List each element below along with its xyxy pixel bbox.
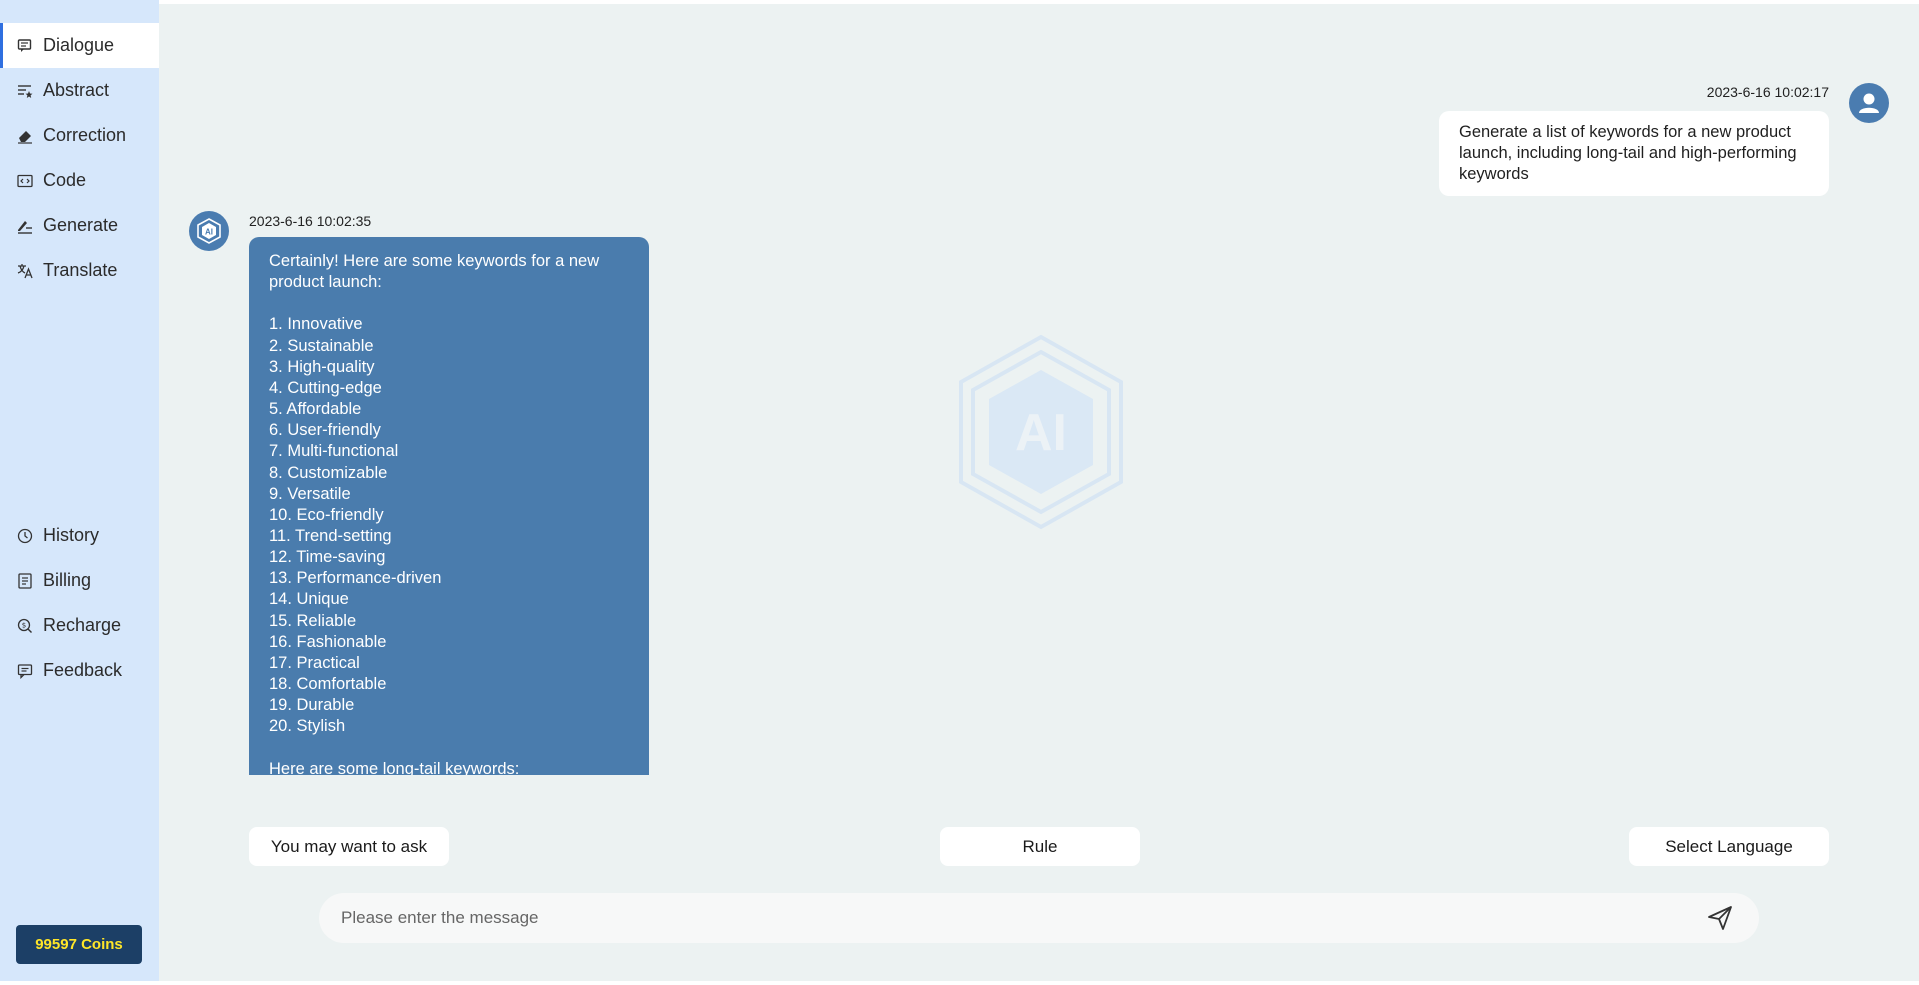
sidebar-item-generate[interactable]: Generate (0, 203, 159, 248)
sidebar-item-dialogue[interactable]: Dialogue (0, 23, 159, 68)
ai-message-line: 2. Sustainable (269, 336, 374, 355)
rule-button[interactable]: Rule (940, 827, 1140, 866)
sidebar-item-code[interactable]: Code (0, 158, 159, 203)
message-input[interactable] (319, 893, 1703, 943)
code-window-icon (17, 173, 33, 189)
ai-message-line: Certainly! Here are some keywords for a … (269, 252, 604, 292)
svg-text:$: $ (22, 621, 26, 629)
sidebar-item-correction[interactable]: Correction (0, 113, 159, 158)
ai-message-line: 19. Durable (269, 696, 355, 715)
sidebar-primary-nav: Dialogue Abstract Correction Code Genera… (0, 23, 159, 293)
ai-message-line: 1. Innovative (269, 315, 363, 334)
ai-hexagon-icon: AI (197, 218, 221, 244)
list-star-icon (17, 83, 33, 99)
chat-bubble-icon (17, 38, 33, 54)
user-avatar (1849, 83, 1889, 123)
sidebar-item-billing[interactable]: Billing (0, 558, 159, 603)
send-button[interactable] (1703, 901, 1737, 935)
ai-message-line: 7. Multi-functional (269, 442, 399, 461)
sidebar-item-label: Recharge (43, 615, 122, 635)
ai-avatar: AI (189, 211, 229, 251)
eraser-icon (17, 128, 33, 144)
ai-message-line: 10. Eco-friendly (269, 505, 384, 524)
translate-icon (17, 263, 33, 279)
message-composer (319, 893, 1759, 943)
feedback-message-icon (17, 663, 33, 679)
sidebar-item-translate[interactable]: Translate (0, 248, 159, 293)
ai-message-line: 9. Versatile (269, 484, 351, 503)
sidebar: Dialogue Abstract Correction Code Genera… (0, 0, 159, 981)
ai-message-line: 4. Cutting-edge (269, 378, 382, 397)
coin-recharge-icon: $ (17, 618, 33, 634)
sidebar-item-label: Generate (43, 215, 119, 235)
coins-balance-badge[interactable]: 99597 Coins (16, 925, 142, 964)
sidebar-item-label: Dialogue (43, 35, 115, 55)
ai-message-line: 18. Comfortable (269, 675, 387, 694)
sidebar-item-label: History (43, 525, 100, 545)
sidebar-secondary-nav: History Billing $ Recharge Feedback (0, 513, 159, 693)
chat-area: AI 2023-6-16 10:02:17 Generate a list of… (159, 4, 1919, 981)
sidebar-item-history[interactable]: History (0, 513, 159, 558)
sidebar-item-abstract[interactable]: Abstract (0, 68, 159, 113)
ai-message-line (269, 738, 629, 759)
ai-message-line: 14. Unique (269, 590, 349, 609)
ai-message-line: 11. Trend-setting (269, 527, 392, 546)
svg-text:AI: AI (1015, 404, 1067, 462)
send-icon (1708, 906, 1732, 930)
user-icon (1859, 93, 1879, 113)
ai-message-timestamp: 2023-6-16 10:02:35 (249, 213, 372, 229)
sidebar-item-feedback[interactable]: Feedback (0, 648, 159, 693)
sidebar-item-label: Feedback (43, 660, 123, 680)
sidebar-item-recharge[interactable]: $ Recharge (0, 603, 159, 648)
ai-message-line: 15. Reliable (269, 611, 357, 630)
sidebar-item-label: Code (43, 170, 87, 190)
sidebar-item-label: Billing (43, 570, 92, 590)
ai-message-line (269, 293, 629, 314)
ai-message-line: 6. User-friendly (269, 421, 381, 440)
clock-icon (17, 528, 33, 544)
pen-lines-icon (17, 218, 33, 234)
ai-message-line: 20. Stylish (269, 717, 346, 736)
select-language-button[interactable]: Select Language (1629, 827, 1829, 866)
ai-logo-watermark: AI (959, 334, 1123, 530)
ai-message-line: 3. High-quality (269, 357, 375, 376)
ai-message-line: Here are some long-tail keywords: (269, 759, 520, 775)
ai-message-line: 8. Customizable (269, 463, 388, 482)
receipt-icon (17, 572, 33, 589)
user-message-bubble: Generate a list of keywords for a new pr… (1439, 111, 1829, 196)
ai-message-line: 17. Practical (269, 653, 360, 672)
ai-message-line: 16. Fashionable (269, 632, 387, 651)
svg-text:AI: AI (205, 228, 213, 237)
ai-message-line: 5. Affordable (269, 400, 362, 419)
user-message-timestamp: 2023-6-16 10:02:17 (1706, 84, 1829, 100)
sidebar-item-label: Correction (43, 125, 127, 145)
ai-message-bubble: Certainly! Here are some keywords for a … (249, 237, 649, 775)
ai-message-line: 13. Performance-driven (269, 569, 442, 588)
sidebar-item-label: Translate (43, 260, 118, 280)
sidebar-item-label: Abstract (43, 80, 110, 100)
suggested-questions-button[interactable]: You may want to ask (249, 827, 449, 866)
ai-message-line: 12. Time-saving (269, 548, 386, 567)
